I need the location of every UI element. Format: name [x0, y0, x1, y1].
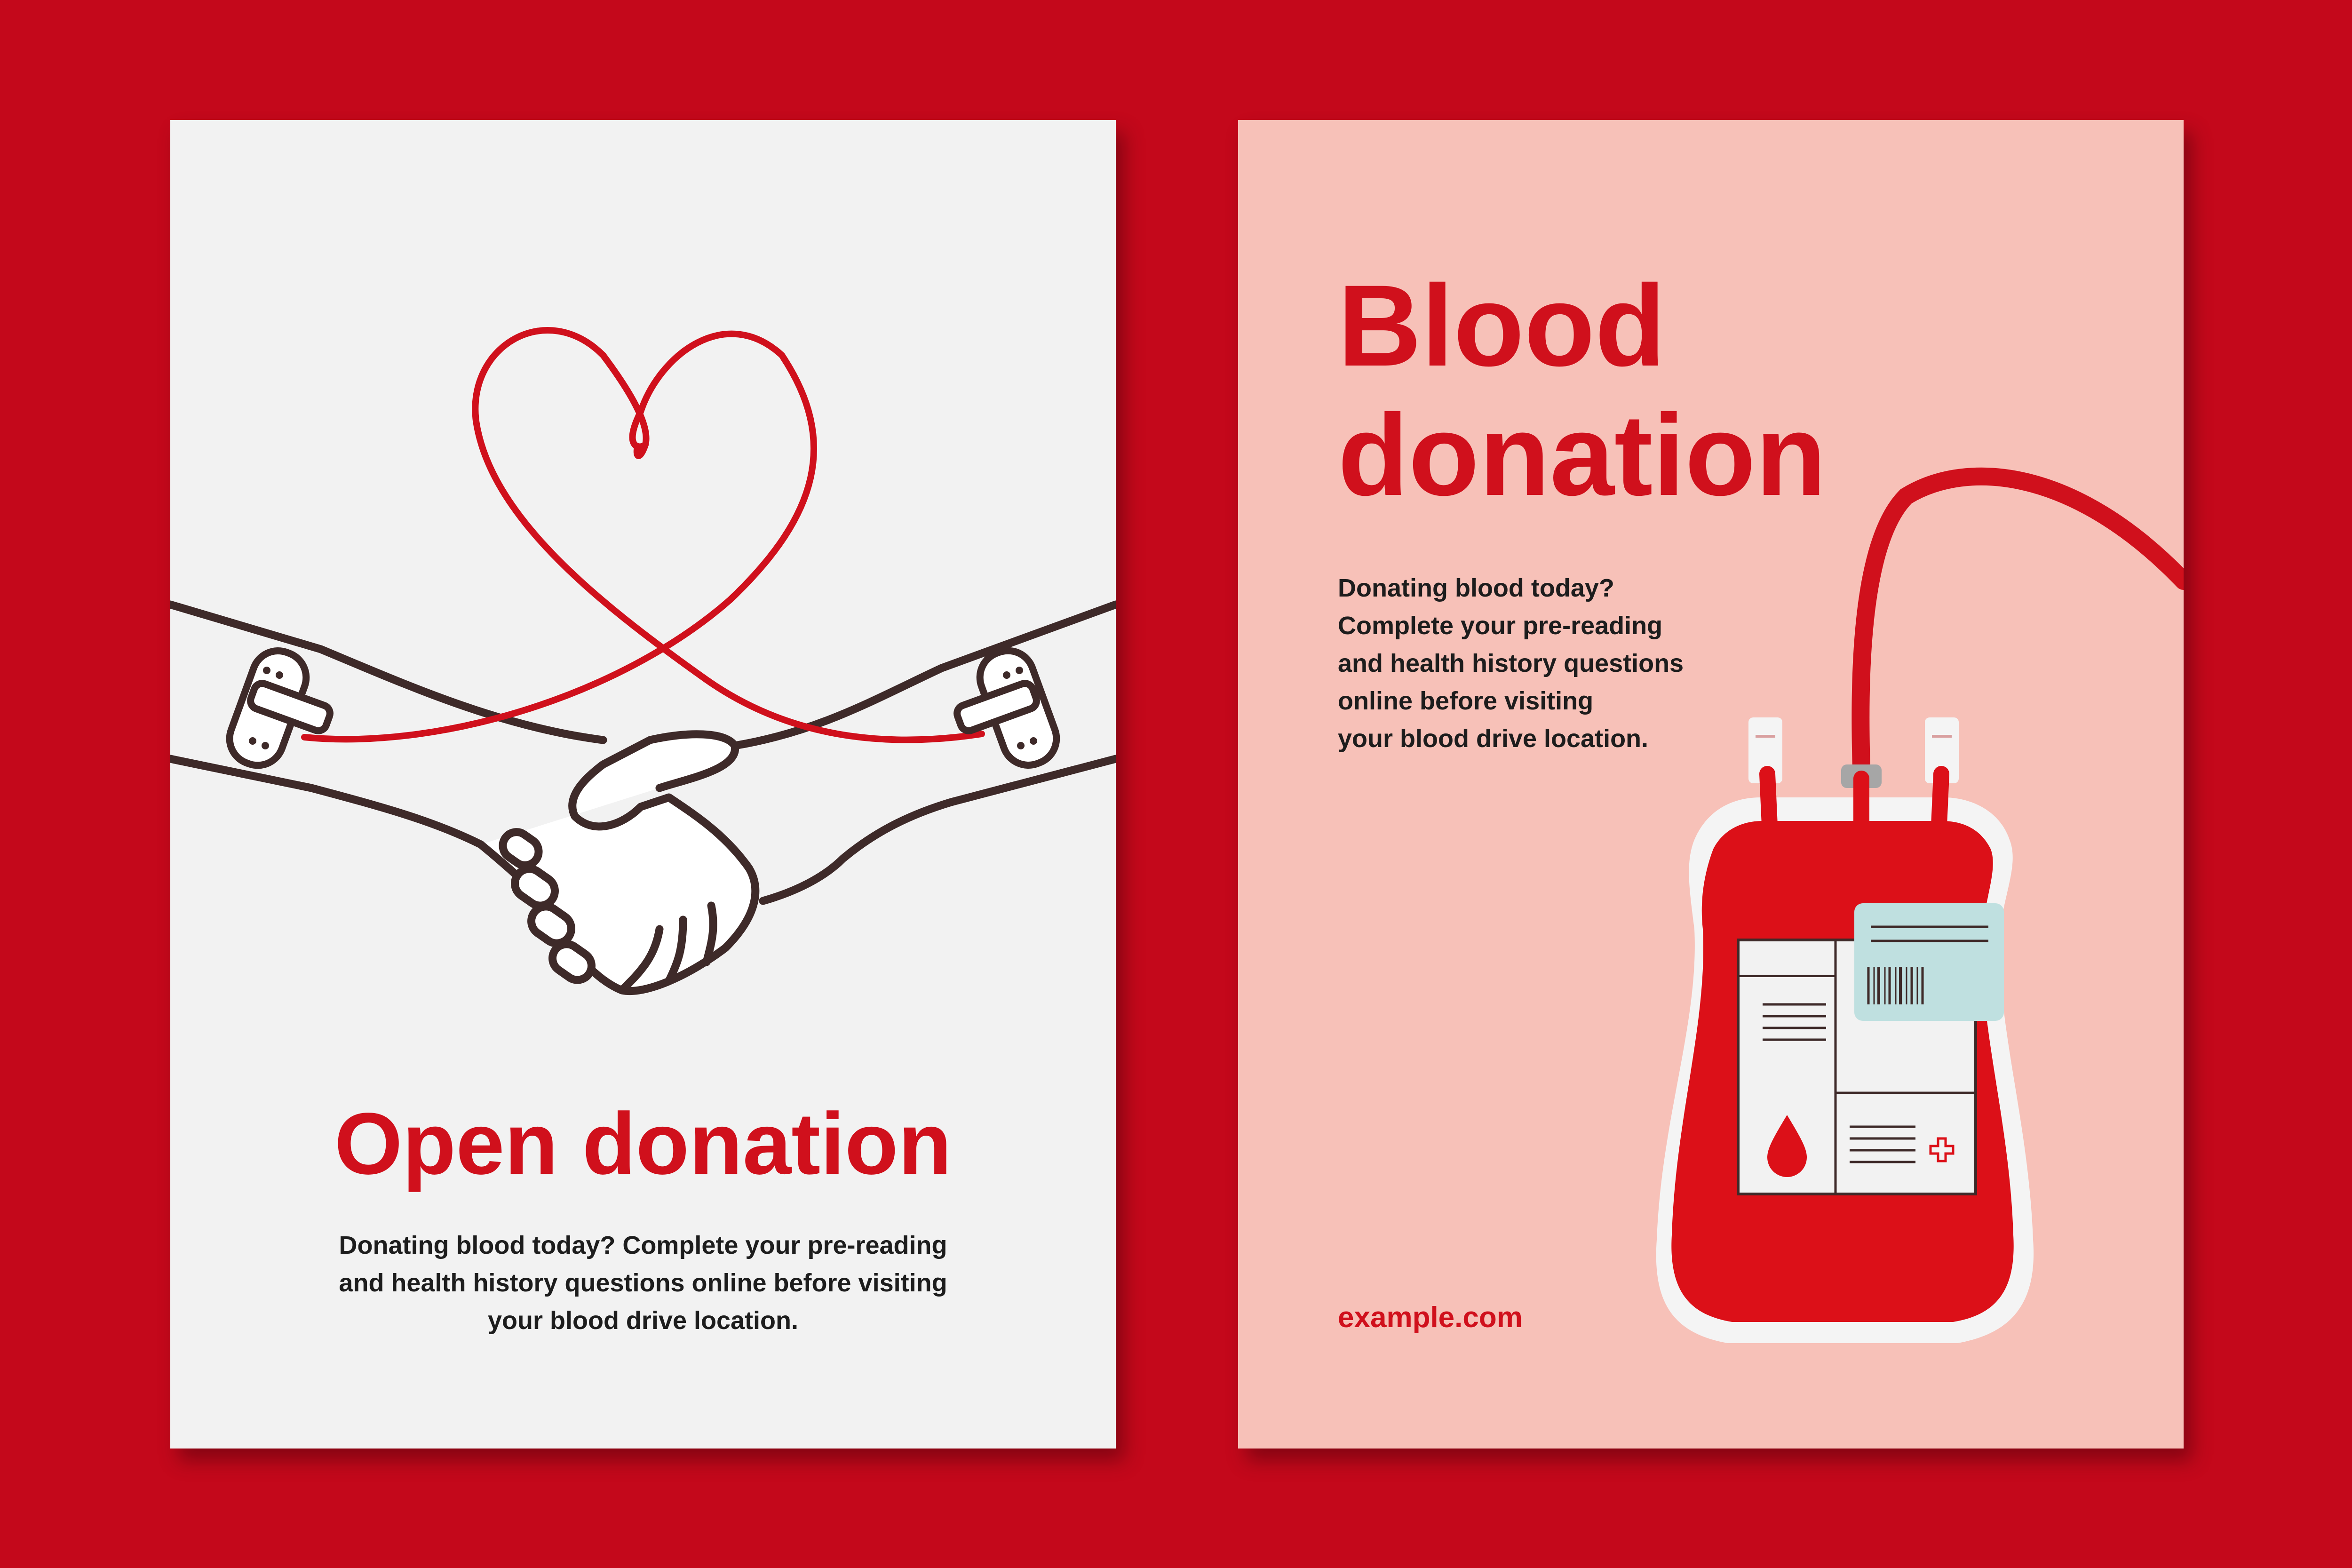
body-line: Complete your pre-reading [1338, 612, 1663, 640]
body-line: online before visiting [1338, 687, 1594, 715]
body-line: your blood drive location. [1338, 724, 1649, 753]
body-line: and health history questions online befo… [339, 1269, 947, 1297]
poster-body-text: Donating blood today? Complete your pre-… [1338, 569, 1684, 757]
title-line: Blood [1338, 261, 1666, 390]
body-line: your blood drive location. [487, 1306, 799, 1335]
poster-title: Open donation [334, 1095, 952, 1193]
website-link[interactable]: example.com [1338, 1301, 1523, 1334]
body-line: Donating blood today? Complete your pre-… [339, 1231, 947, 1259]
body-line: Donating blood today? [1338, 574, 1614, 602]
poster-open-donation: Open donation Donating blood today? Comp… [170, 120, 1116, 1449]
poster-blood-donation: Blood donation Donating blood today? Com… [1238, 120, 2184, 1449]
poster-body-text: Donating blood today? Complete your pre-… [302, 1226, 984, 1339]
title-line: donation [1338, 390, 1827, 520]
poster-title: Blood donation [1338, 261, 1826, 520]
body-line: and health history questions [1338, 649, 1684, 677]
